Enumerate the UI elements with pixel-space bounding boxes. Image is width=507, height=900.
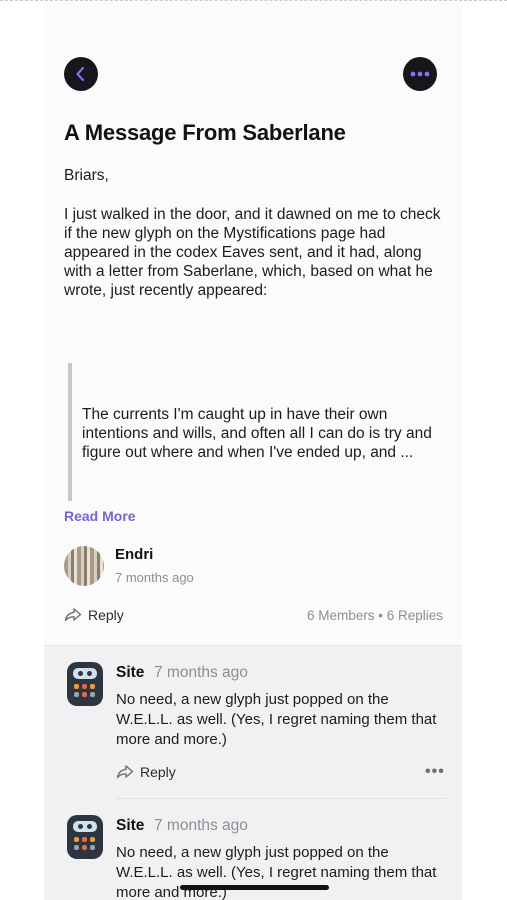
avatar-key (82, 837, 87, 842)
site-avatar[interactable] (67, 815, 103, 859)
back-button[interactable] (64, 57, 98, 91)
avatar-key (74, 845, 79, 850)
avatar-key (82, 684, 87, 689)
comment-timestamp: 7 months ago (154, 664, 248, 681)
avatar-eye (87, 671, 92, 676)
avatar-key (82, 845, 87, 850)
comment-author[interactable]: Site (116, 817, 144, 835)
post-timestamp: 7 months ago (115, 570, 194, 585)
thread-stats[interactable]: 6 Members • 6 Replies (307, 608, 443, 623)
reply-button[interactable]: Reply (64, 607, 124, 623)
avatar-key (90, 837, 95, 842)
post-body: I just walked in the door, and it dawned… (64, 206, 441, 299)
avatar-eye (78, 671, 83, 676)
avatar-key (74, 684, 79, 689)
author-name[interactable]: Endri (115, 546, 153, 563)
chevron-left-icon (76, 66, 85, 82)
avatar-screen (73, 668, 97, 679)
comment-text: No need, a new glyph just popped on the … (116, 691, 437, 748)
quote-text: The currents I'm caught up in have their… (82, 406, 432, 461)
reply-arrow-icon (116, 765, 134, 779)
avatar-key (90, 845, 95, 850)
comment-author[interactable]: Site (116, 664, 144, 682)
post-title: A Message From Saberlane (64, 120, 346, 145)
comment-reply-button[interactable]: Reply (116, 764, 176, 780)
avatar-key (74, 837, 79, 842)
avatar-key (90, 684, 95, 689)
top-dashed-border (0, 0, 507, 1)
quote-bar (68, 363, 72, 501)
reply-label: Reply (88, 607, 124, 623)
read-more-link[interactable]: Read More (64, 508, 136, 524)
home-indicator[interactable] (180, 885, 329, 890)
avatar-eye (78, 824, 83, 829)
comment-divider (116, 798, 446, 799)
comment-text: No need, a new glyph just popped on the … (116, 844, 437, 900)
comment-timestamp: 7 months ago (154, 817, 248, 834)
more-options-button[interactable] (403, 57, 437, 91)
author-avatar[interactable] (64, 546, 104, 586)
comment-reply-label: Reply (140, 764, 176, 780)
more-dots-icon (410, 71, 430, 77)
avatar-screen (73, 821, 97, 832)
site-avatar[interactable] (67, 662, 103, 706)
reply-arrow-icon (64, 608, 82, 622)
avatar-key (82, 692, 87, 697)
avatar-key (74, 692, 79, 697)
avatar-key (90, 692, 95, 697)
comment-more-button[interactable]: ••• (425, 763, 445, 781)
post-greeting: Briars, (64, 167, 109, 184)
avatar-eye (87, 824, 92, 829)
